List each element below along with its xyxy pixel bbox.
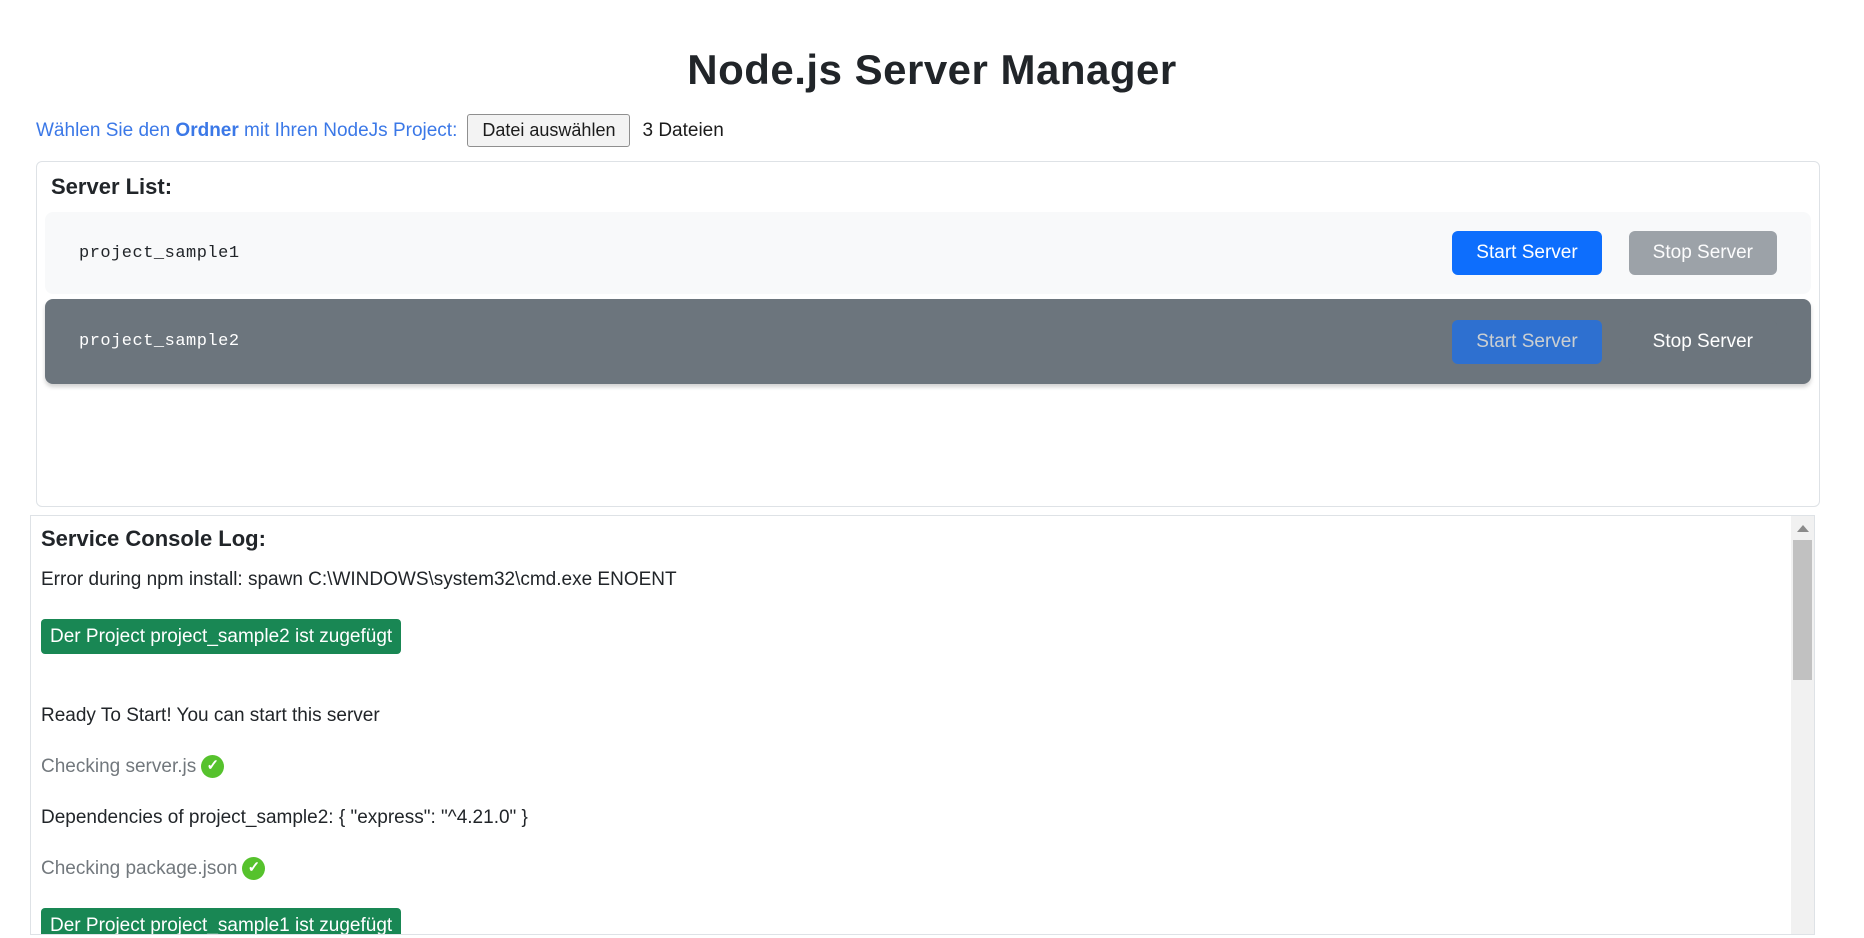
console-log-line: Dependencies of project_sample2: { "expr… <box>41 806 1780 829</box>
check-circle-icon: ✓ <box>201 755 224 778</box>
folder-picker-label: Wählen Sie den Ordner mit Ihren NodeJs P… <box>36 120 457 142</box>
success-badge: Der Project project_sample1 ist zugefügt <box>41 908 401 935</box>
server-row: project_sample2 Start Server Stop Server <box>45 299 1811 384</box>
scrollbar-thumb[interactable] <box>1793 540 1812 680</box>
server-row: project_sample1 Start Server Stop Server <box>45 212 1811 294</box>
console-log-line: Checking package.json ✓ <box>41 857 1780 880</box>
file-count-label: 3 Dateien <box>642 120 723 142</box>
console-log-line: Ready To Start! You can start this serve… <box>41 704 1780 727</box>
start-server-button[interactable]: Start Server <box>1452 231 1601 275</box>
server-list-heading: Server List: <box>51 174 1813 200</box>
server-list-rows: project_sample1 Start Server Stop Server… <box>43 212 1813 384</box>
server-row-buttons: Start Server Stop Server <box>1452 231 1777 275</box>
console-log-panel: Service Console Log: Error during npm in… <box>30 515 1815 935</box>
folder-picker-row: Wählen Sie den Ordner mit Ihren NodeJs P… <box>36 114 1864 147</box>
console-log-line: Der Project project_sample2 ist zugefügt <box>41 619 1780 676</box>
console-log-heading: Service Console Log: <box>41 526 1780 552</box>
success-badge: Der Project project_sample2 ist zugefügt <box>41 619 401 654</box>
scrollbar-up-button[interactable] <box>1791 516 1814 540</box>
server-list-panel: Server List: project_sample1 Start Serve… <box>36 161 1820 507</box>
server-name: project_sample2 <box>79 332 240 351</box>
server-name: project_sample1 <box>79 244 240 263</box>
console-log-entries: Error during npm install: spawn C:\WINDO… <box>41 568 1780 935</box>
check-circle-icon: ✓ <box>242 857 265 880</box>
console-log-line-text: Checking server.js <box>41 755 196 778</box>
console-log-line: Der Project project_sample1 ist zugefügt <box>41 908 1780 935</box>
stop-server-button[interactable]: Stop Server <box>1629 320 1777 364</box>
console-scrollbar[interactable] <box>1791 516 1814 934</box>
folder-picker-label-bold: Ordner <box>175 120 238 141</box>
choose-file-button[interactable]: Datei auswählen <box>467 114 630 147</box>
console-log-line-text: Checking package.json <box>41 857 237 880</box>
scroll-up-arrow-icon <box>1797 525 1809 532</box>
stop-server-button[interactable]: Stop Server <box>1629 231 1777 275</box>
page-title: Node.js Server Manager <box>0 46 1864 94</box>
server-row-buttons: Start Server Stop Server <box>1452 320 1777 364</box>
console-log-line: Checking server.js ✓ <box>41 755 1780 778</box>
start-server-button[interactable]: Start Server <box>1452 320 1601 364</box>
console-log-line: Error during npm install: spawn C:\WINDO… <box>41 568 1780 591</box>
